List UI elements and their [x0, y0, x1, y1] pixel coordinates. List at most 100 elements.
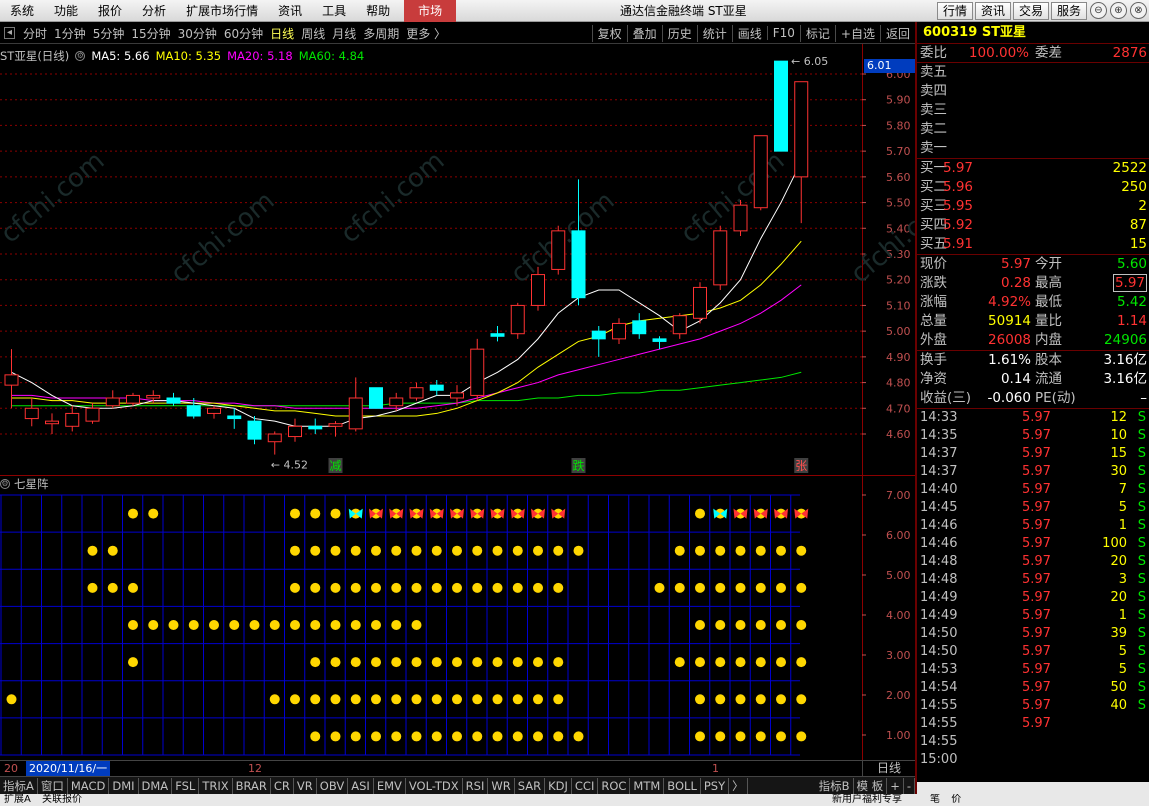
kline-title: ST亚星(日线)	[0, 49, 70, 63]
tab-window[interactable]: 窗口	[38, 777, 68, 794]
qixing-dot	[492, 582, 503, 593]
draw-line-button[interactable]: 画线	[731, 24, 767, 42]
period-monthly[interactable]: 月线	[328, 25, 359, 42]
f10-button[interactable]: F10	[766, 26, 800, 40]
qixing-dot	[290, 545, 300, 556]
menu-extended-market[interactable]: 扩展市场行情	[176, 0, 268, 22]
tab-indicator-b[interactable]: 指标B	[816, 777, 854, 794]
service-button[interactable]: 服务	[1050, 2, 1087, 20]
ask-row[interactable]: 卖二	[917, 120, 1149, 139]
tab-wr[interactable]: WR	[488, 777, 515, 794]
tab-boll[interactable]: BOLL	[664, 777, 701, 794]
settings-icon[interactable]: ⚙	[75, 51, 86, 61]
indicator-title: 七星阵	[14, 477, 49, 491]
tab-psy[interactable]: PSY	[701, 777, 730, 794]
period-intraday[interactable]: 分时	[19, 25, 50, 42]
tab-fsl[interactable]: FSL	[172, 777, 200, 794]
qixing-dot	[533, 582, 543, 593]
zoom-in-button[interactable]: +	[887, 777, 904, 794]
qixing-dot	[674, 545, 685, 556]
bid-row[interactable]: 买一 5.97 2522	[917, 159, 1149, 178]
quotes-button[interactable]: 行情	[936, 2, 973, 20]
tab-vol-tdx[interactable]: VOL-TDX	[406, 777, 463, 794]
candle-body	[409, 387, 424, 399]
tab-brar[interactable]: BRAR	[233, 777, 271, 794]
back-button[interactable]: 返回	[879, 24, 915, 42]
qixing-dot	[168, 620, 179, 630]
period-15min[interactable]: 15分钟	[127, 25, 173, 42]
status-linked-quote[interactable]: 关联报价	[38, 794, 86, 805]
bid-row[interactable]: 买四 5.92 87	[917, 216, 1149, 235]
tab-obv[interactable]: OBV	[317, 777, 349, 794]
period-daily[interactable]: 日线	[266, 25, 297, 42]
period-30min[interactable]: 30分钟	[174, 25, 220, 42]
mark-button[interactable]: 标记	[799, 24, 835, 42]
menu-help[interactable]: 帮助	[356, 0, 400, 22]
trade-button[interactable]: 交易	[1012, 2, 1049, 20]
candle-body	[591, 330, 606, 340]
ask-row[interactable]: 卖一	[917, 139, 1149, 158]
tick-price: 5.97	[1022, 518, 1051, 533]
tab-dma[interactable]: DMA	[139, 777, 173, 794]
qixing-dot	[431, 657, 442, 668]
zoom-out-button[interactable]: -	[904, 777, 915, 794]
status-ext-a[interactable]: 扩展A	[0, 794, 35, 805]
tab-kdj[interactable]: KDJ	[545, 777, 572, 794]
history-button[interactable]: 历史	[661, 24, 697, 42]
tab-macd[interactable]: MACD	[68, 777, 110, 794]
tab-emv[interactable]: EMV	[374, 777, 406, 794]
menu-market[interactable]: 市场	[404, 0, 457, 22]
tab-more[interactable]: 〉	[729, 777, 748, 794]
tab-cci[interactable]: CCI	[572, 777, 599, 794]
ask-row[interactable]: 卖三	[917, 101, 1149, 120]
tab-asi[interactable]: ASI	[348, 777, 374, 794]
tab-vr[interactable]: VR	[294, 777, 317, 794]
indicator-settings-icon[interactable]: ⚙	[0, 479, 10, 489]
period-multi[interactable]: 多周期	[359, 25, 402, 42]
menu-system[interactable]: 系统	[0, 0, 44, 22]
candle-body	[389, 397, 404, 407]
close-icon[interactable]: ⊗	[1130, 2, 1147, 19]
period-label[interactable]: 日线	[862, 761, 915, 776]
minimize-icon[interactable]: ⊖	[1090, 2, 1107, 19]
menu-news[interactable]: 资讯	[268, 0, 312, 22]
restore-rights-button[interactable]: 复权	[591, 24, 627, 42]
tab-roc[interactable]: ROC	[598, 777, 631, 794]
maximize-icon[interactable]: ⊕	[1110, 2, 1127, 19]
period-weekly[interactable]: 周线	[297, 25, 328, 42]
news-button[interactable]: 资讯	[974, 2, 1011, 20]
menu-tools[interactable]: 工具	[312, 0, 356, 22]
tick-row: 14:55 5.97 40 S	[917, 697, 1149, 715]
bid-row[interactable]: 买五 5.91 15	[917, 235, 1149, 254]
add-watchlist-button[interactable]: +自选	[834, 24, 880, 42]
period-1min[interactable]: 1分钟	[50, 25, 89, 42]
ask-row[interactable]: 卖四	[917, 82, 1149, 101]
bid-row[interactable]: 买三 5.95 2	[917, 197, 1149, 216]
chart-collapse-icon[interactable]: ◂	[4, 27, 16, 39]
tab-trix[interactable]: TRIX	[199, 777, 233, 794]
tab-sar[interactable]: SAR	[515, 777, 546, 794]
menu-function[interactable]: 功能	[44, 0, 88, 22]
chart-area[interactable]: 6.00 5.90 5.80 5.70 5.60 5.50 5.40 5.30 5.20 5.10…	[0, 44, 915, 760]
period-5min[interactable]: 5分钟	[89, 25, 128, 42]
overlay-button[interactable]: 叠加	[626, 24, 662, 42]
fund-label: 换手	[920, 352, 947, 368]
period-60min[interactable]: 60分钟	[220, 25, 266, 42]
tab-template[interactable]: 模 板	[854, 777, 888, 794]
menu-quote[interactable]: 报价	[88, 0, 132, 22]
statistics-button[interactable]: 统计	[696, 24, 732, 42]
bid-row[interactable]: 买二 5.96 250	[917, 178, 1149, 197]
ask-row[interactable]: 卖五	[917, 63, 1149, 82]
status-tab-trades[interactable]: 笔 价	[922, 794, 969, 806]
ask-book: 卖五 卖四 卖三 卖二 卖一	[917, 63, 1149, 159]
status-promo[interactable]: 新用户福利专享	[828, 794, 906, 806]
menu-analysis[interactable]: 分析	[132, 0, 176, 22]
tab-rsi[interactable]: RSI	[463, 777, 489, 794]
period-more[interactable]: 更多 〉	[402, 25, 449, 42]
tab-indicator-a[interactable]: 指标A	[0, 777, 38, 794]
indicator-tick-label: 4.00	[886, 609, 911, 622]
tab-mtm[interactable]: MTM	[630, 777, 665, 794]
tab-cr[interactable]: CR	[271, 777, 294, 794]
kline-chart[interactable]: 6.005.905.805.705.605.505.405.305.205.10…	[0, 44, 915, 760]
tab-dmi[interactable]: DMI	[109, 777, 139, 794]
